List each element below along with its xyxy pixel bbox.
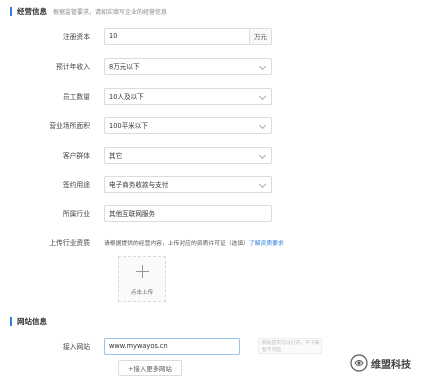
registered-capital-label: 注册资本 bbox=[62, 33, 90, 41]
employees-label: 员工数量 bbox=[62, 93, 90, 101]
registered-capital-input[interactable]: 10 万元 bbox=[104, 27, 272, 45]
contract-product-value: 电子商务收款与支付 bbox=[109, 181, 169, 189]
registered-capital-unit: 万元 bbox=[249, 28, 271, 44]
annual-income-select[interactable]: 8万元以下 bbox=[104, 57, 272, 75]
employees-value: 10人及以下 bbox=[109, 93, 144, 101]
row-website: 接入网站 www.mywayos.cn bbox=[0, 336, 425, 356]
chevron-down-icon bbox=[258, 62, 267, 70]
section-accent-bar bbox=[10, 7, 12, 16]
registered-capital-value: 10 bbox=[109, 32, 118, 40]
upload-label: 上传行业资质 bbox=[49, 239, 90, 247]
customer-group-value: 其它 bbox=[109, 152, 123, 160]
business-area-value: 100平米以下 bbox=[109, 122, 148, 130]
industry-select[interactable]: 其他互联网服务 bbox=[104, 204, 272, 222]
website-label: 接入网站 bbox=[62, 343, 90, 351]
upload-hint: 请根据提供的经营内容，上传对应的资质许可证（选填）了解资质要求 bbox=[104, 238, 284, 247]
watermark: 维盟科技 bbox=[350, 354, 411, 372]
annual-income-label: 预计年收入 bbox=[56, 63, 90, 71]
chevron-down-icon bbox=[258, 92, 267, 100]
row-business-area: 营业场所面积 100平米以下 bbox=[0, 115, 425, 135]
operation-section-note: 根据监管要求，请如实填写企业的经营信息 bbox=[53, 9, 168, 16]
row-industry: 所属行业 其他互联网服务 bbox=[0, 203, 425, 223]
watermark-text: 维盟科技 bbox=[371, 359, 411, 371]
chevron-down-icon bbox=[258, 151, 267, 159]
plus-icon bbox=[135, 265, 149, 278]
row-contract-product: 签约用途 电子商务收款与支付 bbox=[0, 174, 425, 194]
contract-product-select[interactable]: 电子商务收款与支付 bbox=[104, 175, 272, 193]
row-registered-capital: 注册资本 10 万元 bbox=[0, 26, 425, 46]
row-customer-group: 客户群体 其它 bbox=[0, 145, 425, 165]
operation-section-header: 经营信息 根据监管要求，请如实填写企业的经营信息 bbox=[10, 6, 167, 17]
customer-group-select[interactable]: 其它 bbox=[104, 146, 272, 164]
industry-label: 所属行业 bbox=[62, 210, 90, 218]
row-upload-qualification: 上传行业资质 请根据提供的经营内容，上传对应的资质许可证（选填）了解资质要求 bbox=[0, 232, 425, 252]
upload-hint-text: 请根据提供的经营内容，上传对应的资质许可证（选填） bbox=[104, 240, 249, 247]
upload-button-label: 点击上传 bbox=[130, 290, 154, 296]
annual-income-value: 8万元以下 bbox=[109, 63, 140, 71]
customer-group-label: 客户群体 bbox=[62, 152, 90, 160]
add-website-button[interactable]: +接入更多网站 bbox=[118, 360, 182, 376]
row-employees: 员工数量 10人及以下 bbox=[0, 86, 425, 106]
section-accent-bar bbox=[10, 317, 12, 326]
business-area-label: 营业场所面积 bbox=[49, 122, 90, 130]
wechat-logo-icon bbox=[350, 354, 368, 372]
chevron-down-icon bbox=[258, 180, 267, 188]
industry-value: 其他互联网服务 bbox=[109, 210, 156, 218]
row-annual-income: 预计年收入 8万元以下 bbox=[0, 56, 425, 76]
chevron-down-icon bbox=[258, 121, 267, 129]
employees-select[interactable]: 10人及以下 bbox=[104, 87, 272, 105]
business-area-select[interactable]: 100平米以下 bbox=[104, 116, 272, 134]
operation-section-title: 经营信息 bbox=[17, 7, 47, 16]
website-url-input[interactable]: www.mywayos.cn bbox=[104, 337, 240, 355]
qualification-requirements-link[interactable]: 了解资质要求 bbox=[249, 241, 284, 247]
contract-product-label: 签约用途 bbox=[62, 181, 90, 189]
website-section-title: 网站信息 bbox=[17, 317, 47, 326]
website-url-value: www.mywayos.cn bbox=[109, 342, 168, 350]
upload-button[interactable]: 点击上传 bbox=[118, 256, 166, 302]
website-note: 网站首页可以打开，不下载暂不可验 bbox=[258, 338, 322, 354]
website-section-header: 网站信息 bbox=[10, 316, 47, 327]
